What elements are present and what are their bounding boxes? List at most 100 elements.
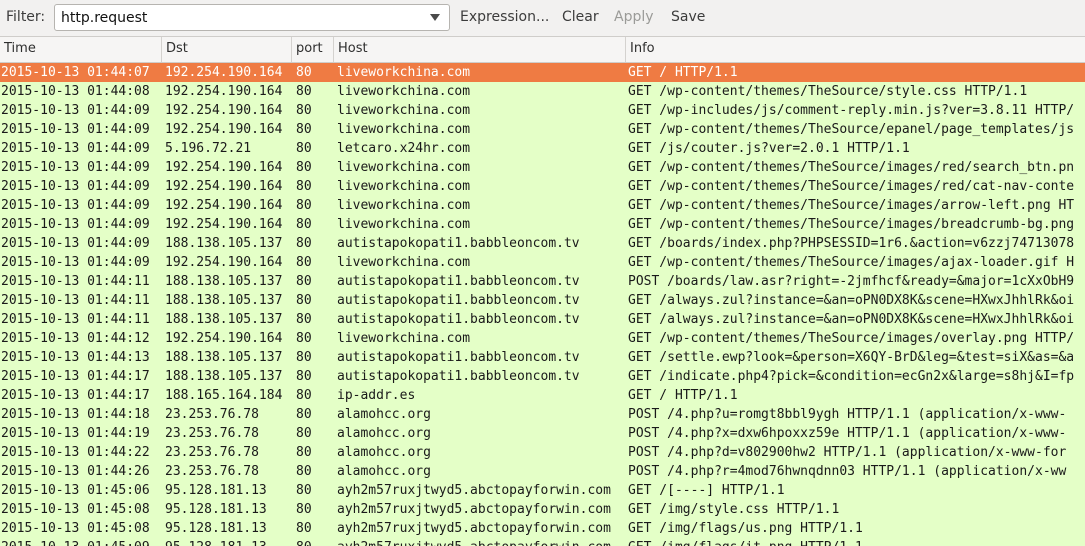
host-cell: autistapokopati1.babbleoncom.tv bbox=[337, 312, 580, 327]
table-row[interactable]: 2015-10-13 01:44:26 23.253.76.78 80 alamohc… bbox=[0, 462, 1085, 481]
port-cell: 80 bbox=[296, 160, 312, 175]
time-cell: 2015-10-13 01:44:09 bbox=[1, 179, 150, 194]
table-row[interactable]: 2015-10-13 01:44:11 188.138.105.137 80 auti… bbox=[0, 291, 1085, 310]
host-cell: ayh2m57ruxjtwyd5.abctopayforwin.com bbox=[337, 483, 611, 498]
table-row[interactable]: 2015-10-13 01:44:08 192.254.190.164 80 live… bbox=[0, 82, 1085, 101]
info-cell: GET /indicate.php4?pick=&condition=ecGn2… bbox=[628, 369, 1075, 384]
port-cell: 80 bbox=[296, 426, 312, 441]
table-row[interactable]: 2015-10-13 01:44:09 192.254.190.164 80 live… bbox=[0, 215, 1085, 234]
filter-input[interactable] bbox=[55, 5, 421, 30]
table-row[interactable]: 2015-10-13 01:45:08 95.128.181.13 80 ayh2m5… bbox=[0, 500, 1085, 519]
host-cell: ayh2m57ruxjtwyd5.abctopayforwin.com bbox=[337, 502, 611, 517]
port-cell: 80 bbox=[296, 331, 312, 346]
dst-cell: 192.254.190.164 bbox=[165, 65, 283, 80]
info-cell: GET /settle.ewp?look=&person=X6QY-BrD&le… bbox=[628, 350, 1075, 365]
table-row[interactable]: 2015-10-13 01:45:0995.128.181.1380 ayh2m5… bbox=[0, 538, 1085, 546]
table-row[interactable]: 2015-10-13 01:44:11 188.138.105.137 80 auti… bbox=[0, 310, 1085, 329]
time-cell: 2015-10-13 01:44:09 bbox=[1, 103, 150, 118]
table-row[interactable]: 2015-10-13 01:44:09 5.196.72.21 80 letcaro.… bbox=[0, 139, 1085, 158]
dst-cell: 192.254.190.164 bbox=[165, 217, 283, 232]
info-cell: GET /boards/index.php?PHPSESSID=1r6.&act… bbox=[628, 236, 1075, 251]
port-cell: 80 bbox=[296, 445, 312, 460]
info-cell: GET /wp-content/themes/TheSource/images/… bbox=[628, 217, 1075, 232]
dst-cell: 192.254.190.164 bbox=[165, 198, 283, 213]
table-row[interactable]: 2015-10-13 01:44:11 188.138.105.137 80 auti… bbox=[0, 272, 1085, 291]
table-row-selected[interactable]: 2015-10-13 01:44:07 192.254.190.164 80 live… bbox=[0, 63, 1085, 82]
port-cell: 80 bbox=[296, 84, 312, 99]
column-header-time[interactable]: Time bbox=[0, 37, 162, 62]
dst-cell: 192.254.190.164 bbox=[165, 255, 283, 270]
host-cell: alamohcc.org bbox=[337, 407, 431, 422]
dst-cell: 188.138.105.137 bbox=[165, 293, 283, 308]
table-row[interactable]: 2015-10-13 01:44:09 188.138.105.137 80 auti… bbox=[0, 234, 1085, 253]
table-row[interactable]: 2015-10-13 01:44:17 188.138.105.137 80 auti… bbox=[0, 367, 1085, 386]
save-button[interactable]: Save bbox=[671, 9, 705, 25]
column-header-host[interactable]: Host bbox=[334, 37, 626, 62]
column-header-port[interactable]: port bbox=[292, 37, 334, 62]
column-header-dst[interactable]: Dst bbox=[162, 37, 292, 62]
time-cell: 2015-10-13 01:44:13 bbox=[1, 350, 150, 365]
info-cell: GET /js/couter.js?ver=2.0.1 HTTP/1.1 bbox=[628, 141, 910, 156]
info-cell: GET /wp-content/themes/TheSource/style.c… bbox=[628, 84, 1028, 99]
table-row[interactable]: 2015-10-13 01:44:17 188.165.164.184 80 ip-a… bbox=[0, 386, 1085, 405]
time-cell: 2015-10-13 01:44:11 bbox=[1, 312, 150, 327]
table-row[interactable]: 2015-10-13 01:44:22 23.253.76.78 80 alamohc… bbox=[0, 443, 1085, 462]
table-row[interactable]: 2015-10-13 01:44:18 23.253.76.78 80 alamohc… bbox=[0, 405, 1085, 424]
port-cell: 80 bbox=[296, 312, 312, 327]
table-row[interactable]: 2015-10-13 01:45:08 95.128.181.13 80 ayh2m5… bbox=[0, 519, 1085, 538]
table-row[interactable]: 2015-10-13 01:44:09 192.254.190.164 80 live… bbox=[0, 158, 1085, 177]
host-cell: autistapokopati1.babbleoncom.tv bbox=[337, 350, 580, 365]
host-cell: alamohcc.org bbox=[337, 426, 431, 441]
port-cell: 80 bbox=[296, 122, 312, 137]
port-cell: 80 bbox=[296, 255, 312, 270]
time-cell: 2015-10-13 01:44:18 bbox=[1, 407, 150, 422]
table-row[interactable]: 2015-10-13 01:44:09 192.254.190.164 80 live… bbox=[0, 120, 1085, 139]
port-cell: 80 bbox=[296, 502, 312, 517]
expression-button[interactable]: Expression... bbox=[460, 9, 549, 25]
time-cell: 2015-10-13 01:45:09 bbox=[1, 538, 163, 546]
filter-label: Filter: bbox=[6, 9, 46, 25]
table-row[interactable]: 2015-10-13 01:45:06 95.128.181.13 80 ayh2m5… bbox=[0, 481, 1085, 500]
table-row[interactable]: 2015-10-13 01:44:12 192.254.190.164 80 live… bbox=[0, 329, 1085, 348]
host-cell: liveworkchina.com bbox=[337, 217, 471, 232]
clear-button[interactable]: Clear bbox=[562, 9, 599, 25]
port-cell: 80 bbox=[296, 141, 312, 156]
table-row[interactable]: 2015-10-13 01:44:19 23.253.76.78 80 alamohc… bbox=[0, 424, 1085, 443]
info-cell: GET /wp-content/themes/TheSource/images/… bbox=[628, 198, 1075, 213]
time-cell: 2015-10-13 01:44:08 bbox=[1, 84, 150, 99]
dst-cell: 188.138.105.137 bbox=[165, 369, 283, 384]
table-row[interactable]: 2015-10-13 01:44:09 192.254.190.164 80 live… bbox=[0, 177, 1085, 196]
apply-button[interactable]: Apply bbox=[614, 9, 654, 25]
host-cell: autistapokopati1.babbleoncom.tv bbox=[337, 293, 580, 308]
time-cell: 2015-10-13 01:45:06 bbox=[1, 483, 150, 498]
table-row[interactable]: 2015-10-13 01:44:09 192.254.190.164 80 live… bbox=[0, 253, 1085, 272]
dst-cell: 23.253.76.78 bbox=[165, 464, 259, 479]
info-cell: GET /wp-content/themes/TheSource/images/… bbox=[628, 331, 1075, 346]
dst-cell: 23.253.76.78 bbox=[165, 445, 259, 460]
filter-combobox[interactable] bbox=[54, 4, 450, 31]
port-cell: 80 bbox=[296, 521, 312, 536]
port-cell: 80 bbox=[296, 65, 312, 80]
dst-cell: 188.138.105.137 bbox=[165, 312, 283, 327]
table-row[interactable]: 2015-10-13 01:44:09 192.254.190.164 80 live… bbox=[0, 196, 1085, 215]
time-cell: 2015-10-13 01:44:09 bbox=[1, 160, 150, 175]
dst-cell: 192.254.190.164 bbox=[165, 84, 283, 99]
time-cell: 2015-10-13 01:44:09 bbox=[1, 236, 150, 251]
info-cell: POST /4.php?d=v802900hw2 HTTP/1.1 (appli… bbox=[628, 445, 1067, 460]
time-cell: 2015-10-13 01:44:07 bbox=[1, 65, 150, 80]
column-header-info[interactable]: Info bbox=[626, 37, 1085, 62]
info-cell: POST /4.php?r=4mod76hwnqdnn03 HTTP/1.1 (… bbox=[628, 464, 1067, 479]
packet-list-header: Time Dst port Host Info bbox=[0, 36, 1085, 63]
host-cell: liveworkchina.com bbox=[337, 331, 471, 346]
table-row[interactable]: 2015-10-13 01:44:09 192.254.190.164 80 live… bbox=[0, 101, 1085, 120]
info-cell: GET / HTTP/1.1 bbox=[628, 65, 738, 80]
table-row[interactable]: 2015-10-13 01:44:13 188.138.105.137 80 auti… bbox=[0, 348, 1085, 367]
port-cell: 80 bbox=[296, 407, 312, 422]
host-cell: ayh2m57ruxjtwyd5.abctopayforwin.com bbox=[337, 538, 627, 546]
info-cell: GET /[----] HTTP/1.1 bbox=[628, 483, 785, 498]
host-cell: ayh2m57ruxjtwyd5.abctopayforwin.com bbox=[337, 521, 611, 536]
info-cell: POST /boards/law.asr?right=-2jmfhcf&read… bbox=[628, 274, 1075, 289]
time-cell: 2015-10-13 01:44:12 bbox=[1, 331, 150, 346]
filter-dropdown-button[interactable] bbox=[421, 5, 449, 30]
port-cell: 80 bbox=[296, 293, 312, 308]
